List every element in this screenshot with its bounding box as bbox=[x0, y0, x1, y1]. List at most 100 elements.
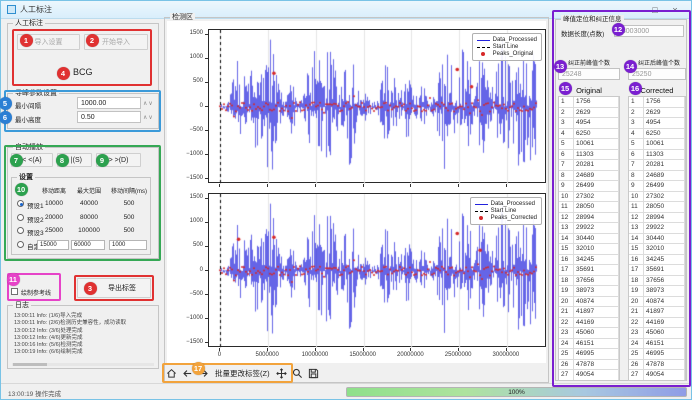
peak-row[interactable]: 2244169 bbox=[629, 318, 685, 329]
legend-item: Peaks_Corrected bbox=[475, 215, 537, 221]
peak-row[interactable]: 34954 bbox=[559, 118, 619, 129]
batch-edit-labels-button[interactable]: 批量更改标签(Z) bbox=[213, 368, 272, 379]
min-interval-spinner[interactable]: ∧∨ bbox=[143, 100, 154, 107]
signal-plot-original[interactable]: Data_ProcessedStart LinePeaks_Original bbox=[208, 29, 546, 183]
annotation-marker-9: 9 bbox=[96, 154, 109, 167]
peak-row[interactable]: 1329922 bbox=[559, 223, 619, 234]
peak-row[interactable]: 2040874 bbox=[559, 297, 619, 308]
y-tick-mark bbox=[205, 318, 208, 319]
settings-column-header: 移动距离 bbox=[36, 186, 72, 195]
peak-row[interactable]: 1634245 bbox=[559, 255, 619, 266]
peak-row[interactable]: 510061 bbox=[629, 139, 685, 150]
custom-value-input[interactable]: 15000 bbox=[37, 240, 69, 250]
close-button[interactable]: × bbox=[665, 5, 685, 15]
peak-row[interactable]: 2546995 bbox=[629, 349, 685, 360]
peak-row[interactable]: 2749054 bbox=[629, 370, 685, 381]
peak-row[interactable]: 611303 bbox=[629, 150, 685, 161]
annotation-marker-2: 2 bbox=[86, 34, 99, 47]
min-height-spinner[interactable]: ∧∨ bbox=[143, 114, 154, 121]
peak-index: 17 bbox=[559, 265, 574, 276]
peak-row[interactable]: 2345060 bbox=[629, 328, 685, 339]
peak-row[interactable]: 1027302 bbox=[559, 192, 619, 203]
peak-row[interactable]: 2040874 bbox=[629, 297, 685, 308]
peak-row[interactable]: 2141897 bbox=[629, 307, 685, 318]
signal-plot-corrected[interactable]: Data_ProcessedStart LinePeaks_Corrected bbox=[208, 193, 546, 347]
peak-row[interactable]: 2446151 bbox=[629, 339, 685, 350]
preset-radio-预设3[interactable] bbox=[17, 227, 24, 234]
peak-row[interactable]: 2244169 bbox=[559, 318, 619, 329]
peak-row[interactable]: 1634245 bbox=[629, 255, 685, 266]
spin-down-icon[interactable]: ∨ bbox=[148, 115, 153, 121]
preset-value: 10000 bbox=[36, 200, 72, 207]
min-height-input[interactable]: 0.50 bbox=[77, 111, 141, 123]
corrected-peaks-table[interactable]: 1175622629349544625051006161130372028182… bbox=[628, 96, 686, 381]
preset-radio-自定义[interactable] bbox=[17, 241, 24, 248]
peak-row[interactable]: 720281 bbox=[559, 160, 619, 171]
preset-radio-预设1[interactable] bbox=[17, 200, 24, 207]
peak-row[interactable]: 1938973 bbox=[629, 286, 685, 297]
spin-down-icon[interactable]: ∨ bbox=[148, 101, 153, 107]
log-scrollbar[interactable] bbox=[12, 363, 154, 366]
peak-value: 26499 bbox=[574, 181, 619, 192]
peak-row[interactable]: 510061 bbox=[559, 139, 619, 150]
preset-radio-预设2[interactable] bbox=[17, 214, 24, 221]
peak-index: 18 bbox=[559, 276, 574, 287]
peak-row[interactable]: 824689 bbox=[559, 171, 619, 182]
draw-reference-checkbox[interactable] bbox=[11, 288, 18, 295]
pan-icon[interactable] bbox=[276, 368, 288, 380]
save-icon[interactable] bbox=[308, 368, 320, 380]
custom-value-input[interactable]: 60000 bbox=[71, 240, 105, 250]
peak-row[interactable]: 2647878 bbox=[629, 360, 685, 371]
peak-value: 37656 bbox=[644, 276, 685, 287]
x-tick-mark bbox=[506, 348, 507, 351]
peak-row[interactable]: 824689 bbox=[629, 171, 685, 182]
peak-row[interactable]: 1128050 bbox=[629, 202, 685, 213]
peak-row[interactable]: 1532010 bbox=[629, 244, 685, 255]
custom-value-input[interactable]: 1000 bbox=[109, 240, 147, 250]
peak-row[interactable]: 2749054 bbox=[559, 370, 619, 381]
maximize-button[interactable]: □ bbox=[645, 5, 665, 15]
peak-row[interactable]: 1837656 bbox=[559, 276, 619, 287]
legend-item: Peaks_Original bbox=[477, 51, 537, 57]
peak-row[interactable]: 2546995 bbox=[559, 349, 619, 360]
peak-row[interactable]: 46250 bbox=[629, 129, 685, 140]
peak-row[interactable]: 34954 bbox=[629, 118, 685, 129]
y-tick-label: 500 bbox=[167, 242, 203, 248]
original-peaks-table[interactable]: 1175622629349544625051006161130372028182… bbox=[558, 96, 620, 381]
peak-row[interactable]: 926499 bbox=[559, 181, 619, 192]
peak-row[interactable]: 1128050 bbox=[559, 202, 619, 213]
peak-row[interactable]: 2647878 bbox=[559, 360, 619, 371]
home-icon[interactable] bbox=[165, 368, 177, 380]
peak-row[interactable]: 2446151 bbox=[559, 339, 619, 350]
peak-row[interactable]: 11756 bbox=[629, 97, 685, 108]
min-interval-input[interactable]: 1000.00 bbox=[77, 97, 141, 109]
peak-index: 20 bbox=[629, 297, 644, 308]
peak-row[interactable]: 611303 bbox=[559, 150, 619, 161]
peak-row[interactable]: 1228994 bbox=[559, 213, 619, 224]
peak-row[interactable]: 1532010 bbox=[559, 244, 619, 255]
peak-row[interactable]: 2141897 bbox=[559, 307, 619, 318]
peak-row[interactable]: 1938973 bbox=[559, 286, 619, 297]
settings-column-header: 最大范围 bbox=[70, 186, 108, 195]
peak-row[interactable]: 926499 bbox=[629, 181, 685, 192]
peak-row[interactable]: 1430440 bbox=[629, 234, 685, 245]
peak-row[interactable]: 2345060 bbox=[559, 328, 619, 339]
peak-index: 3 bbox=[559, 118, 574, 129]
peak-index: 5 bbox=[629, 139, 644, 150]
peak-row[interactable]: 1329922 bbox=[629, 223, 685, 234]
peak-row[interactable]: 46250 bbox=[559, 129, 619, 140]
peak-value: 20281 bbox=[644, 160, 685, 171]
peak-row[interactable]: 22629 bbox=[559, 108, 619, 119]
peak-row[interactable]: 1430440 bbox=[559, 234, 619, 245]
zoom-icon[interactable] bbox=[292, 368, 304, 380]
peak-row[interactable]: 1735691 bbox=[559, 265, 619, 276]
peak-row[interactable]: 22629 bbox=[629, 108, 685, 119]
peak-row[interactable]: 1837656 bbox=[629, 276, 685, 287]
peak-row[interactable]: 1735691 bbox=[629, 265, 685, 276]
peak-value: 10061 bbox=[574, 139, 619, 150]
peak-row[interactable]: 720281 bbox=[629, 160, 685, 171]
minimize-button[interactable]: — bbox=[625, 5, 645, 15]
peak-row[interactable]: 1027302 bbox=[629, 192, 685, 203]
peak-row[interactable]: 11756 bbox=[559, 97, 619, 108]
peak-row[interactable]: 1228994 bbox=[629, 213, 685, 224]
